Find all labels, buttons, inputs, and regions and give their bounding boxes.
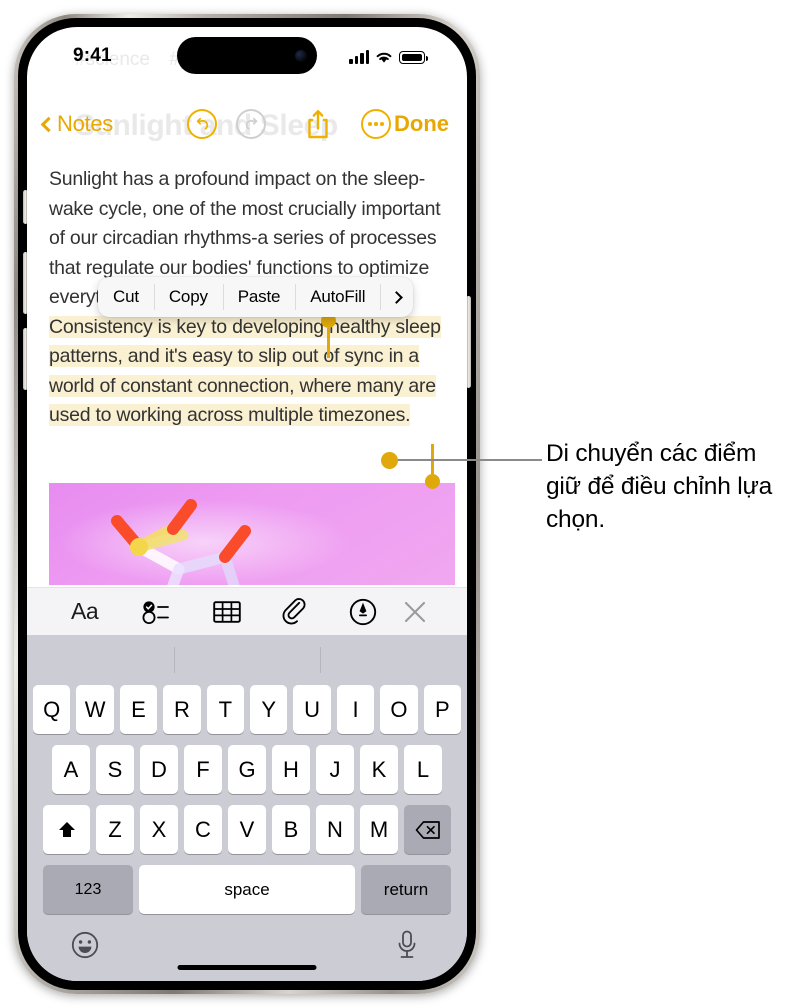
callout-anchor-dot bbox=[381, 452, 398, 469]
selection-handle-knob bbox=[425, 474, 440, 489]
cellular-signal-icon bbox=[349, 50, 369, 64]
more-options-button[interactable] bbox=[361, 109, 391, 139]
share-button[interactable] bbox=[304, 108, 332, 140]
battery-full-icon bbox=[399, 51, 428, 64]
backspace-key[interactable] bbox=[404, 805, 451, 854]
key-r[interactable]: R bbox=[163, 685, 201, 734]
return-key[interactable]: return bbox=[361, 865, 451, 914]
selection-handle-bar bbox=[326, 328, 331, 358]
backspace-icon bbox=[415, 820, 440, 839]
text-edit-context-menu[interactable]: Cut Copy Paste AutoFill bbox=[98, 277, 414, 317]
key-b[interactable]: B bbox=[272, 805, 310, 854]
callout-leader-line bbox=[390, 459, 542, 461]
key-y[interactable]: Y bbox=[250, 685, 288, 734]
navigation-bar: Notes Done bbox=[27, 101, 467, 147]
table-icon bbox=[213, 600, 241, 623]
key-k[interactable]: K bbox=[360, 745, 398, 794]
back-button-label: Notes bbox=[57, 111, 113, 136]
predictive-text-bar[interactable] bbox=[27, 635, 467, 685]
key-m[interactable]: M bbox=[360, 805, 398, 854]
key-o[interactable]: O bbox=[380, 685, 418, 734]
key-p[interactable]: P bbox=[423, 685, 462, 734]
edit-menu-more-button[interactable] bbox=[380, 277, 413, 317]
keyboard-row-1: Q W E R T Y U I O P bbox=[27, 685, 467, 734]
device-bezel: #science #psychology Sunlight and Sleep … bbox=[18, 18, 476, 990]
key-e[interactable]: E bbox=[119, 685, 158, 734]
status-time: 9:41 bbox=[73, 45, 112, 66]
screenshot-stage: #science #psychology Sunlight and Sleep … bbox=[0, 0, 787, 1008]
text-format-button[interactable]: Aa bbox=[71, 598, 99, 625]
key-j[interactable]: J bbox=[316, 745, 354, 794]
keyboard-bottom-row bbox=[27, 925, 467, 979]
markup-pen-icon bbox=[349, 598, 377, 625]
front-camera-icon bbox=[295, 49, 307, 62]
numeric-key[interactable]: 123 bbox=[43, 865, 133, 914]
undo-icon bbox=[196, 117, 208, 130]
key-s[interactable]: S bbox=[96, 745, 134, 794]
key-i[interactable]: I bbox=[336, 685, 375, 734]
key-c[interactable]: C bbox=[184, 805, 222, 854]
device-screen: #science #psychology Sunlight and Sleep … bbox=[27, 27, 467, 981]
shift-arrow-icon bbox=[58, 821, 75, 837]
predictive-divider bbox=[320, 647, 322, 673]
note-format-toolbar: Aa bbox=[27, 587, 467, 635]
keyboard-row-3: Z X C V B N M bbox=[27, 805, 467, 854]
chevron-left-icon bbox=[40, 116, 57, 132]
edit-menu-paste[interactable]: Paste bbox=[222, 277, 295, 317]
microphone-icon bbox=[398, 930, 416, 958]
key-t[interactable]: T bbox=[206, 685, 244, 734]
emoji-key[interactable] bbox=[71, 931, 99, 964]
attach-file-button[interactable] bbox=[282, 597, 308, 626]
paperclip-icon bbox=[282, 597, 306, 624]
iphone-device-frame: #science #psychology Sunlight and Sleep … bbox=[14, 14, 480, 994]
on-screen-keyboard[interactable]: Q W E R T Y U I O P A S D F G H J K L Z … bbox=[27, 635, 467, 981]
redo-icon bbox=[245, 117, 257, 130]
key-w[interactable]: W bbox=[76, 685, 114, 734]
redo-button[interactable] bbox=[236, 109, 266, 139]
keyboard-row-4: 123 space return bbox=[27, 865, 467, 914]
space-key[interactable]: space bbox=[139, 865, 355, 914]
close-x-icon bbox=[404, 601, 426, 622]
key-v[interactable]: V bbox=[228, 805, 266, 854]
key-l[interactable]: L bbox=[404, 745, 442, 794]
edit-menu-copy[interactable]: Copy bbox=[153, 277, 223, 317]
key-q[interactable]: Q bbox=[32, 685, 71, 734]
keyboard-row-2: A S D F G H J K L bbox=[27, 745, 467, 794]
key-g[interactable]: G bbox=[228, 745, 266, 794]
done-button[interactable]: Done bbox=[394, 111, 449, 137]
selection-start-handle[interactable] bbox=[321, 313, 336, 358]
close-keyboard-button[interactable] bbox=[403, 600, 427, 624]
dynamic-island bbox=[177, 37, 317, 74]
edit-menu-autofill[interactable]: AutoFill bbox=[295, 277, 380, 317]
wifi-icon bbox=[376, 52, 392, 63]
key-x[interactable]: X bbox=[140, 805, 178, 854]
key-h[interactable]: H bbox=[272, 745, 310, 794]
predictive-divider bbox=[173, 647, 175, 673]
dictation-key[interactable] bbox=[395, 929, 419, 966]
shift-key[interactable] bbox=[43, 805, 90, 854]
note-selected-text[interactable]: Consistency is key to developing healthy… bbox=[49, 315, 441, 426]
status-indicators bbox=[349, 44, 428, 64]
key-d[interactable]: D bbox=[140, 745, 178, 794]
chevron-right-icon bbox=[390, 290, 404, 304]
insert-table-button[interactable] bbox=[213, 600, 241, 623]
key-u[interactable]: U bbox=[293, 685, 331, 734]
status-bar: 9:41 bbox=[27, 27, 467, 83]
back-to-notes-button[interactable]: Notes bbox=[40, 111, 113, 137]
format-aa-label: Aa bbox=[71, 598, 99, 624]
home-indicator[interactable] bbox=[177, 965, 317, 970]
checklist-icon bbox=[142, 600, 169, 624]
key-n[interactable]: N bbox=[316, 805, 354, 854]
key-f[interactable]: F bbox=[184, 745, 222, 794]
emoji-smiley-icon bbox=[71, 931, 99, 959]
callout-label: Di chuyển các điểm giữ để điều chỉnh lựa… bbox=[546, 440, 773, 533]
key-a[interactable]: A bbox=[52, 745, 90, 794]
checklist-button[interactable] bbox=[142, 600, 170, 624]
markup-button[interactable] bbox=[349, 598, 377, 626]
edit-menu-cut[interactable]: Cut bbox=[98, 277, 154, 317]
key-z[interactable]: Z bbox=[96, 805, 134, 854]
share-icon bbox=[308, 110, 328, 139]
undo-button[interactable] bbox=[187, 109, 217, 139]
more-ellipsis-icon bbox=[368, 122, 384, 126]
